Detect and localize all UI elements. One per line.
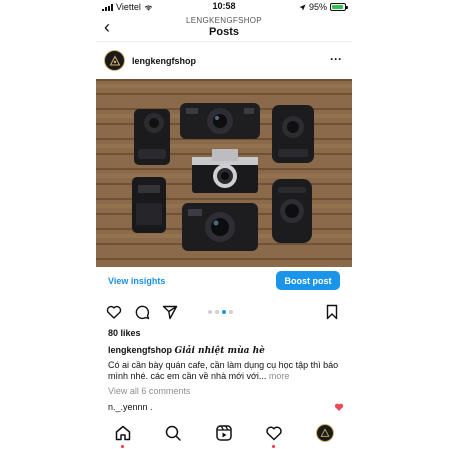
post-header: lengkengfshop ··· [96, 48, 352, 74]
top-navbar: ‹ LENGKENGFSHOP Posts [96, 14, 352, 42]
caption-tagline: Giải nhiệt mùa hè [174, 346, 265, 356]
caption-username[interactable]: lengkengfshop [108, 345, 172, 355]
bookmark-icon[interactable] [324, 304, 340, 320]
caption-header: lengkengfshop Giải nhiệt mùa hè [108, 345, 344, 357]
avatar[interactable] [104, 50, 125, 71]
carousel-dot [222, 310, 226, 314]
carousel-dot [208, 310, 212, 314]
post-username[interactable]: lengkengfshop [132, 56, 196, 66]
home-notification-dot [121, 445, 124, 448]
status-bar: Viettel 10:58 95% [96, 0, 352, 14]
comment-username[interactable]: n._.yennn . [108, 402, 153, 412]
activity-notification-dot [272, 445, 275, 448]
likes-count[interactable]: 80 likes [108, 328, 141, 338]
post-actions [96, 301, 352, 323]
carousel-dot [215, 310, 219, 314]
instagram-post-screen: Viettel 10:58 95% ‹ LENGKENGFSHOP Posts … [96, 0, 352, 449]
reels-icon[interactable] [215, 424, 233, 442]
activity-icon[interactable] [265, 424, 283, 448]
search-icon[interactable] [164, 424, 182, 442]
heart-icon[interactable] [106, 304, 122, 320]
caption-body: Có ai cần bày quán cafe, cần làm dụng cụ… [108, 360, 339, 381]
caption-more-link[interactable]: more [269, 371, 290, 381]
share-icon[interactable] [162, 304, 178, 320]
boost-post-button[interactable]: Boost post [276, 271, 340, 290]
battery-icon [330, 3, 348, 11]
view-comments-link[interactable]: View all 6 comments [108, 386, 190, 396]
logo-triangle-icon [109, 54, 120, 65]
home-icon[interactable] [114, 424, 132, 448]
profile-avatar[interactable] [316, 424, 334, 442]
caption-text: Có ai cần bày quán cafe, cần làm dụng cụ… [108, 360, 344, 382]
post-image[interactable] [96, 79, 352, 267]
battery-level [332, 5, 344, 9]
carousel-dot [229, 310, 233, 314]
more-options-icon[interactable]: ··· [330, 52, 342, 66]
view-insights-link[interactable]: View insights [108, 276, 165, 286]
status-right: 95% [299, 2, 348, 12]
insights-bar: View insights Boost post [96, 268, 352, 292]
comment-preview: n._.yennn . [108, 402, 344, 412]
page-title: Posts [209, 26, 239, 38]
battery-percent: 95% [308, 2, 327, 12]
bottom-tab-bar [96, 422, 352, 449]
comment-icon[interactable] [134, 304, 150, 320]
profile-logo-icon [320, 428, 330, 437]
carousel-indicator [208, 310, 233, 314]
navbar-subtitle: LENGKENGFSHOP [186, 16, 262, 25]
location-icon [299, 3, 306, 11]
cameras-photo [96, 79, 352, 267]
comment-heart-icon[interactable] [334, 402, 344, 412]
